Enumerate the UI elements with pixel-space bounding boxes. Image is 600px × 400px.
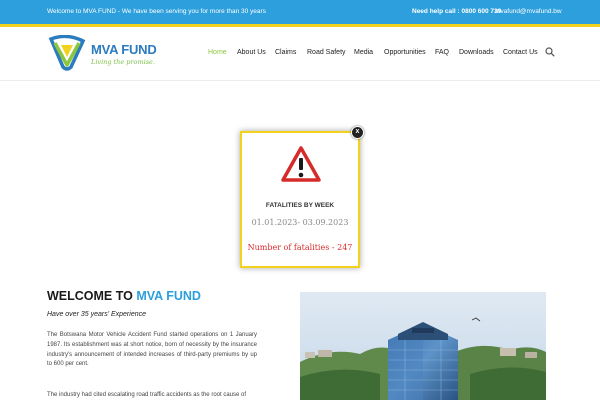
- nav-home[interactable]: Home: [208, 49, 227, 56]
- nav-contact-us[interactable]: Contact Us: [503, 49, 538, 56]
- nav-road-safety[interactable]: Road Safety: [307, 49, 346, 56]
- headquarters-photo: [300, 292, 546, 400]
- fatalities-popup: FATALITIES BY WEEK 01.01.2023- 03.09.202…: [240, 131, 360, 268]
- popup-date-range: 01.01.2023- 03.09.2023: [251, 218, 349, 227]
- nav-downloads[interactable]: Downloads: [459, 49, 494, 56]
- experience-subtitle: Have over 35 years' Experience: [47, 311, 146, 318]
- help-phone[interactable]: Need help call : 0800 600 739: [412, 8, 501, 15]
- close-button[interactable]: x: [351, 126, 364, 139]
- history-paragraph: The industry had cited escalating road t…: [47, 392, 247, 398]
- title-prefix: WELCOME TO: [47, 289, 137, 303]
- nav-about-us[interactable]: About Us: [237, 49, 266, 56]
- nav-faq[interactable]: FAQ: [435, 49, 449, 56]
- main-nav: Home About Us Claims Road Safety Media O…: [0, 49, 600, 61]
- contact-email[interactable]: mvafund@mvafund.bw: [495, 8, 562, 15]
- page-title: WELCOME TO MVA FUND: [47, 289, 201, 303]
- nav-media[interactable]: Media: [354, 49, 373, 56]
- welcome-text: Welcome to MVA FUND - We have been servi…: [47, 8, 266, 15]
- intro-paragraph: The Botswana Motor Vehicle Accident Fund…: [47, 332, 257, 368]
- top-bar: Welcome to MVA FUND - We have been servi…: [0, 0, 600, 24]
- nav-claims[interactable]: Claims: [275, 49, 296, 56]
- popup-title: FATALITIES BY WEEK: [265, 202, 335, 209]
- search-icon[interactable]: [545, 47, 555, 57]
- site-header: MVA FUND Living the promise. Home About …: [0, 27, 600, 81]
- nav-opportunities[interactable]: Opportunities: [384, 49, 426, 56]
- title-accent: MVA FUND: [136, 289, 201, 303]
- warning-icon: [281, 146, 321, 182]
- fatalities-count: Number of fatalities - 247: [247, 243, 353, 252]
